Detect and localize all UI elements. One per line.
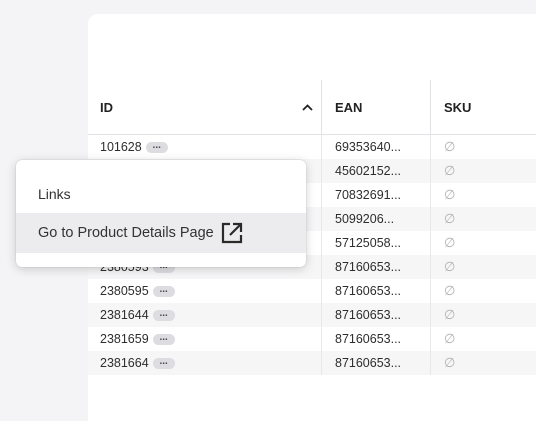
cell-id: 101628...	[88, 135, 321, 159]
cell-id-value: 2381659	[100, 332, 149, 346]
cell-ean: 5099206...	[321, 207, 430, 231]
page: ID EAN SKU 101628... 69353640... ∅ 45602…	[0, 0, 536, 421]
table-row[interactable]: 101628... 69353640... ∅	[88, 135, 536, 159]
cell-id-value: 2380595	[100, 284, 149, 298]
column-header-ean[interactable]: EAN	[321, 80, 430, 134]
cell-id: 2380595...	[88, 279, 321, 303]
cell-ean: 70832691...	[321, 183, 430, 207]
cell-sku-empty: ∅	[430, 351, 536, 375]
cell-ean: 87160653...	[321, 303, 430, 327]
cell-sku-empty: ∅	[430, 159, 536, 183]
sort-ascending-icon[interactable]	[301, 101, 313, 113]
cell-sku-empty: ∅	[430, 303, 536, 327]
cell-ean: 69353640...	[321, 135, 430, 159]
cell-sku-empty: ∅	[430, 231, 536, 255]
cell-id-value: 2381644	[100, 308, 149, 322]
go-to-product-details-link[interactable]: Go to Product Details Page	[16, 213, 306, 253]
column-header-ean-label: EAN	[335, 99, 363, 115]
cell-id-value: 2381664	[100, 356, 149, 370]
cell-ean: 45602152...	[321, 159, 430, 183]
column-header-id-label: ID	[100, 99, 113, 115]
cell-id: 2381664...	[88, 351, 321, 375]
table-header-row: ID EAN SKU	[88, 80, 536, 135]
popup-item-label: Go to Product Details Page	[38, 225, 214, 241]
external-link-icon	[220, 221, 244, 245]
table-row[interactable]: 2381644... 87160653... ∅	[88, 303, 536, 327]
cell-ean: 87160653...	[321, 327, 430, 351]
cell-id: 2381644...	[88, 303, 321, 327]
more-ids-badge[interactable]: ...	[145, 141, 168, 153]
more-ids-badge[interactable]: ...	[152, 285, 175, 297]
more-ids-badge[interactable]: ...	[152, 309, 175, 321]
table-row[interactable]: 2380595... 87160653... ∅	[88, 279, 536, 303]
links-popup-menu: Links Go to Product Details Page	[16, 160, 306, 267]
cell-sku-empty: ∅	[430, 135, 536, 159]
table-toolbar-area	[88, 14, 536, 80]
cell-sku-empty: ∅	[430, 279, 536, 303]
cell-sku-empty: ∅	[430, 255, 536, 279]
cell-id: 2381659...	[88, 327, 321, 351]
table-row[interactable]: 2381659... 87160653... ∅	[88, 327, 536, 351]
column-header-sku-label: SKU	[444, 99, 472, 115]
cell-id-value: 101628	[100, 140, 142, 154]
cell-sku-empty: ∅	[430, 207, 536, 231]
column-header-id[interactable]: ID	[88, 80, 321, 134]
column-header-sku[interactable]: SKU	[430, 80, 536, 134]
table-row[interactable]: 2381664... 87160653... ∅	[88, 351, 536, 375]
cell-ean: 87160653...	[321, 351, 430, 375]
cell-sku-empty: ∅	[430, 183, 536, 207]
cell-sku-empty: ∅	[430, 327, 536, 351]
cell-ean: 57125058...	[321, 231, 430, 255]
more-ids-badge[interactable]: ...	[152, 357, 175, 369]
cell-ean: 87160653...	[321, 255, 430, 279]
more-ids-badge[interactable]: ...	[152, 333, 175, 345]
popup-title: Links	[38, 186, 71, 202]
cell-ean: 87160653...	[321, 279, 430, 303]
